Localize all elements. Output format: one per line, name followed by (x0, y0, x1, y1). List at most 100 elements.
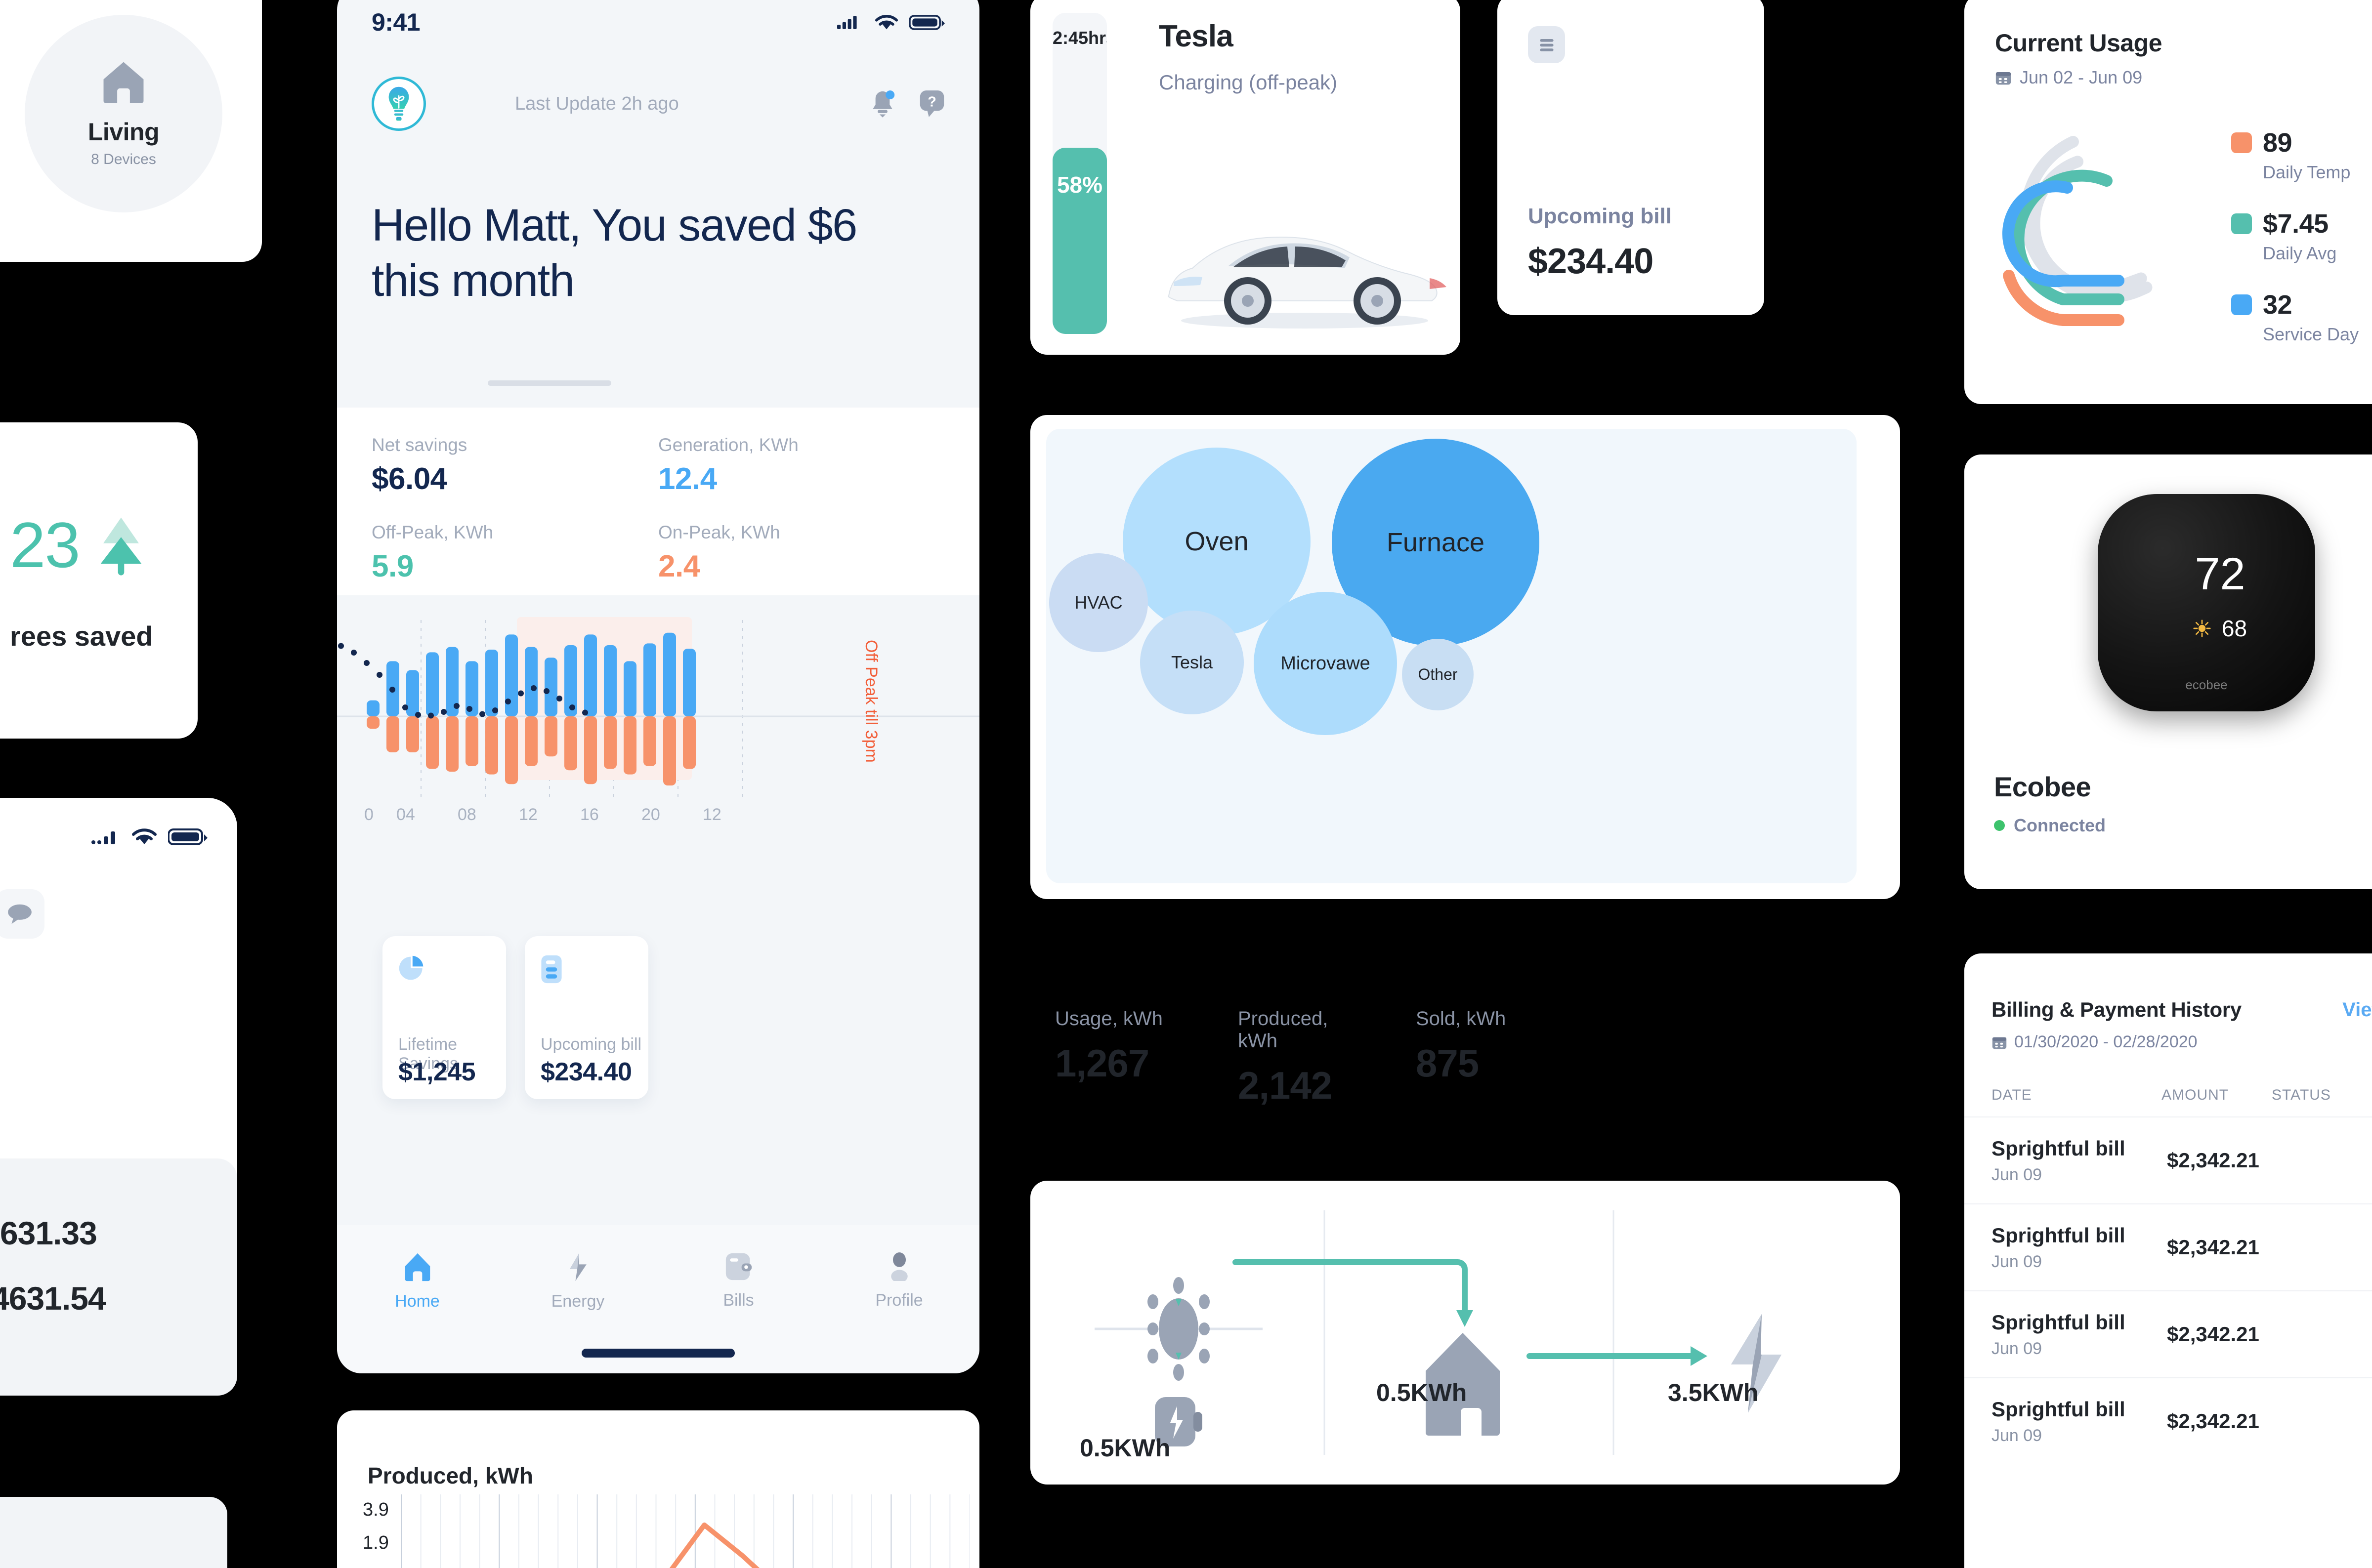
flow-value-grid: 3.5KWh (1668, 1379, 1759, 1406)
bubble-microwave[interactable]: Microvawe (1254, 592, 1397, 735)
chat-button[interactable] (0, 889, 44, 939)
upcoming-bill-card-phone[interactable]: Upcoming bill $234.40 (525, 936, 648, 1099)
notification-bell-icon[interactable] (870, 89, 895, 118)
person-icon (886, 1252, 913, 1281)
tab-bills[interactable]: Bills (658, 1252, 819, 1310)
home-icon (101, 59, 146, 105)
stat-value: 875 (1416, 1041, 1479, 1085)
table-row[interactable]: Sprightful bill Jun 09 $2,342.21 (1964, 1377, 2372, 1464)
view-more-link[interactable]: View M (2342, 999, 2372, 1021)
stat-usage: Usage, kWh 1,267 (1055, 1008, 1169, 1108)
phone-app-header: Last Update 2h ago ? (337, 69, 979, 138)
stat-row-bottom: Off-Peak, KWh 5.9 On-Peak, KWh 2.4 (372, 522, 945, 584)
row-amount-cell: $2,342.21 (2167, 1236, 2259, 1259)
ecobee-thermostat-card[interactable]: 72 68 ecobee Ecobee Connected (1964, 454, 2372, 889)
svg-text:?: ? (928, 94, 936, 110)
stat-label: Usage, kWh (1055, 1008, 1163, 1030)
bubble-tesla[interactable]: Tesla (1140, 611, 1244, 714)
phone-header-actions: ? (870, 89, 945, 118)
stat-on-peak: On-Peak, KWh 2.4 (658, 522, 945, 584)
last-update-label: Last Update 2h ago (515, 93, 679, 114)
bubble-other[interactable]: Other (1402, 639, 1474, 710)
table-row[interactable]: Sprightful bill Jun 09 $2,342.21 (1964, 1290, 2372, 1377)
help-icon[interactable]: ? (919, 89, 945, 118)
leaf-bulb-logo[interactable] (372, 77, 426, 131)
chat-icon (6, 903, 34, 925)
status-text: Connected (2014, 815, 2106, 835)
stat-label: Sold, kWh (1416, 1008, 1506, 1030)
upcoming-bill-amount: $234.40 (1528, 242, 1653, 281)
tesla-status: Charging (off-peak) (1159, 71, 1338, 94)
living-room-name: Living (87, 118, 160, 146)
x-tick: 12 (703, 805, 721, 824)
mini-card-value: $1,245 (398, 1058, 476, 1086)
table-row[interactable]: Sprightful bill Jun 09 $2,342.21 (1964, 1203, 2372, 1290)
stat-net-savings: Net savings $6.04 (372, 435, 658, 496)
thermostat-temperature: 72 (2195, 549, 2245, 599)
billing-table-header: DATE AMOUNT STATUS (1964, 1087, 2372, 1104)
tab-label: Profile (875, 1291, 923, 1310)
sun-icon (2193, 619, 2211, 637)
bubble-label: Other (1418, 665, 1458, 683)
date-range-text: 01/30/2020 - 02/28/2020 (2014, 1032, 2198, 1051)
lifetime-savings-card[interactable]: Lifetime Savings $1,245 (382, 936, 506, 1099)
improved-banner: e improved (0, 1497, 227, 1568)
column-header-amount: AMOUNT (2161, 1087, 2229, 1103)
bubble-chart: Oven Furnace HVAC Tesla Microvawe Other (1046, 429, 1857, 883)
row-bill-day: Jun 09 (1991, 1426, 2042, 1445)
energy-bar-chart: Off Peak till 3pm (337, 610, 979, 808)
tesla-time-remaining: 2:45hrs (1053, 28, 1107, 48)
billing-title: Billing & Payment History (1991, 998, 2242, 1021)
x-tick: 04 (396, 805, 415, 824)
bubble-label: Furnace (1386, 528, 1485, 557)
y-tick: 1.9 (363, 1532, 389, 1553)
secondary-amounts: $631.33 $4631.54 (0, 1200, 237, 1331)
legend-swatch (2231, 294, 2252, 315)
home-icon (403, 1252, 432, 1282)
legend-item: 89 Daily Temp (2231, 127, 2359, 183)
cellular-icon (837, 15, 864, 30)
legend-item: $7.45 Daily Avg (2231, 208, 2359, 264)
appliance-usage-card: Oven Furnace HVAC Tesla Microvawe Other (1030, 415, 1900, 899)
current-usage-card: Current Usage Jun 02 - Jun 09 89 Daily T… (1964, 0, 2372, 404)
tab-profile[interactable]: Profile (819, 1252, 979, 1310)
battery-icon (168, 828, 208, 846)
row-bill-name: Sprightful bill (1991, 1136, 2125, 1160)
row-bill-name: Sprightful bill (1991, 1223, 2125, 1247)
stat-label: Generation, KWh (658, 435, 799, 455)
legend-caption: Daily Temp (2263, 162, 2351, 182)
wifi-icon (131, 827, 157, 846)
legend-caption: Daily Avg (2263, 243, 2337, 263)
tab-label: Energy (551, 1292, 605, 1311)
living-room-card[interactable]: Living 8 Devices (0, 0, 262, 262)
upcoming-bill-card[interactable]: Upcoming bill $234.40 (1497, 0, 1764, 315)
tesla-charging-card[interactable]: 2:45hrs 58% Tesla Charging (off-peak) (1030, 0, 1460, 355)
table-row[interactable]: Sprightful bill Jun 09 $2,342.21 (1964, 1116, 2372, 1203)
stat-off-peak: Off-Peak, KWh 5.9 (372, 522, 658, 584)
tab-home[interactable]: Home (337, 1252, 498, 1311)
thermostat-outside: 68 (2098, 615, 2315, 642)
tree-icon (94, 511, 148, 578)
thermostat-brand-label: ecobee (2185, 677, 2228, 692)
tesla-charge-fill: 58% (1053, 148, 1107, 334)
bill-lines-icon (1528, 26, 1565, 63)
tab-energy[interactable]: Energy (498, 1252, 658, 1311)
living-room-circle: Living 8 Devices (25, 15, 222, 212)
bubble-hvac[interactable]: HVAC (1049, 553, 1148, 652)
current-usage-title: Current Usage (1995, 29, 2162, 57)
home-indicator (582, 1349, 735, 1358)
wifi-icon (875, 14, 898, 31)
phone-status-bar: 9:41 (337, 0, 979, 44)
stat-value: $6.04 (372, 462, 447, 496)
stat-generation: Generation, KWh 12.4 (658, 435, 945, 496)
phone-clock: 9:41 (372, 8, 421, 36)
legend-value: 32 (2263, 290, 2292, 320)
cellular-icon (91, 828, 121, 845)
tesla-charge-percent: 58% (1057, 172, 1103, 198)
billing-history-card: Billing & Payment History View M 01/30/2… (1964, 953, 2372, 1568)
stat-label: On-Peak, KWh (658, 522, 780, 542)
secondary-amount-1: $631.33 (0, 1215, 97, 1251)
stat-produced: Produced, kWh 2,142 (1238, 1008, 1352, 1108)
trees-saved-count: 23 (10, 508, 81, 581)
row-bill-day: Jun 09 (1991, 1339, 2042, 1358)
